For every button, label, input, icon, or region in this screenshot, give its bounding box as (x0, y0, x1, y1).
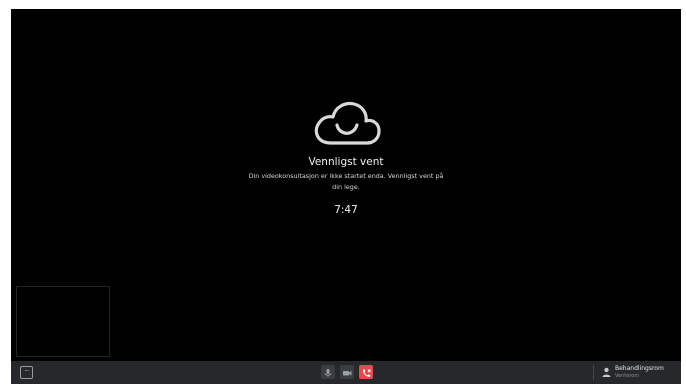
waiting-title: Vennligst vent (308, 156, 384, 168)
end-call-button[interactable] (359, 365, 373, 379)
video-stage: Vennligst vent Din videokonsultasjon er … (11, 9, 681, 384)
call-toolbar: ··· Behandlingsrom Venterom (11, 361, 681, 384)
cloud-smile-icon (314, 101, 381, 145)
toolbar-divider (593, 365, 594, 380)
waiting-timer: 7:47 (334, 204, 358, 216)
camera-icon (343, 371, 352, 376)
self-view-preview[interactable] (16, 286, 110, 357)
waiting-message: Din videokonsultasjon er ikke startet en… (248, 172, 444, 191)
phone-hangup-icon (362, 369, 371, 377)
microphone-icon (324, 369, 332, 377)
room-status: Venterom (615, 373, 640, 379)
user-icon (602, 367, 611, 377)
camera-button[interactable] (340, 365, 354, 379)
room-name: Behandlingsrom (615, 365, 664, 372)
microphone-button[interactable] (321, 365, 335, 379)
more-options-button[interactable]: ··· (20, 366, 33, 379)
